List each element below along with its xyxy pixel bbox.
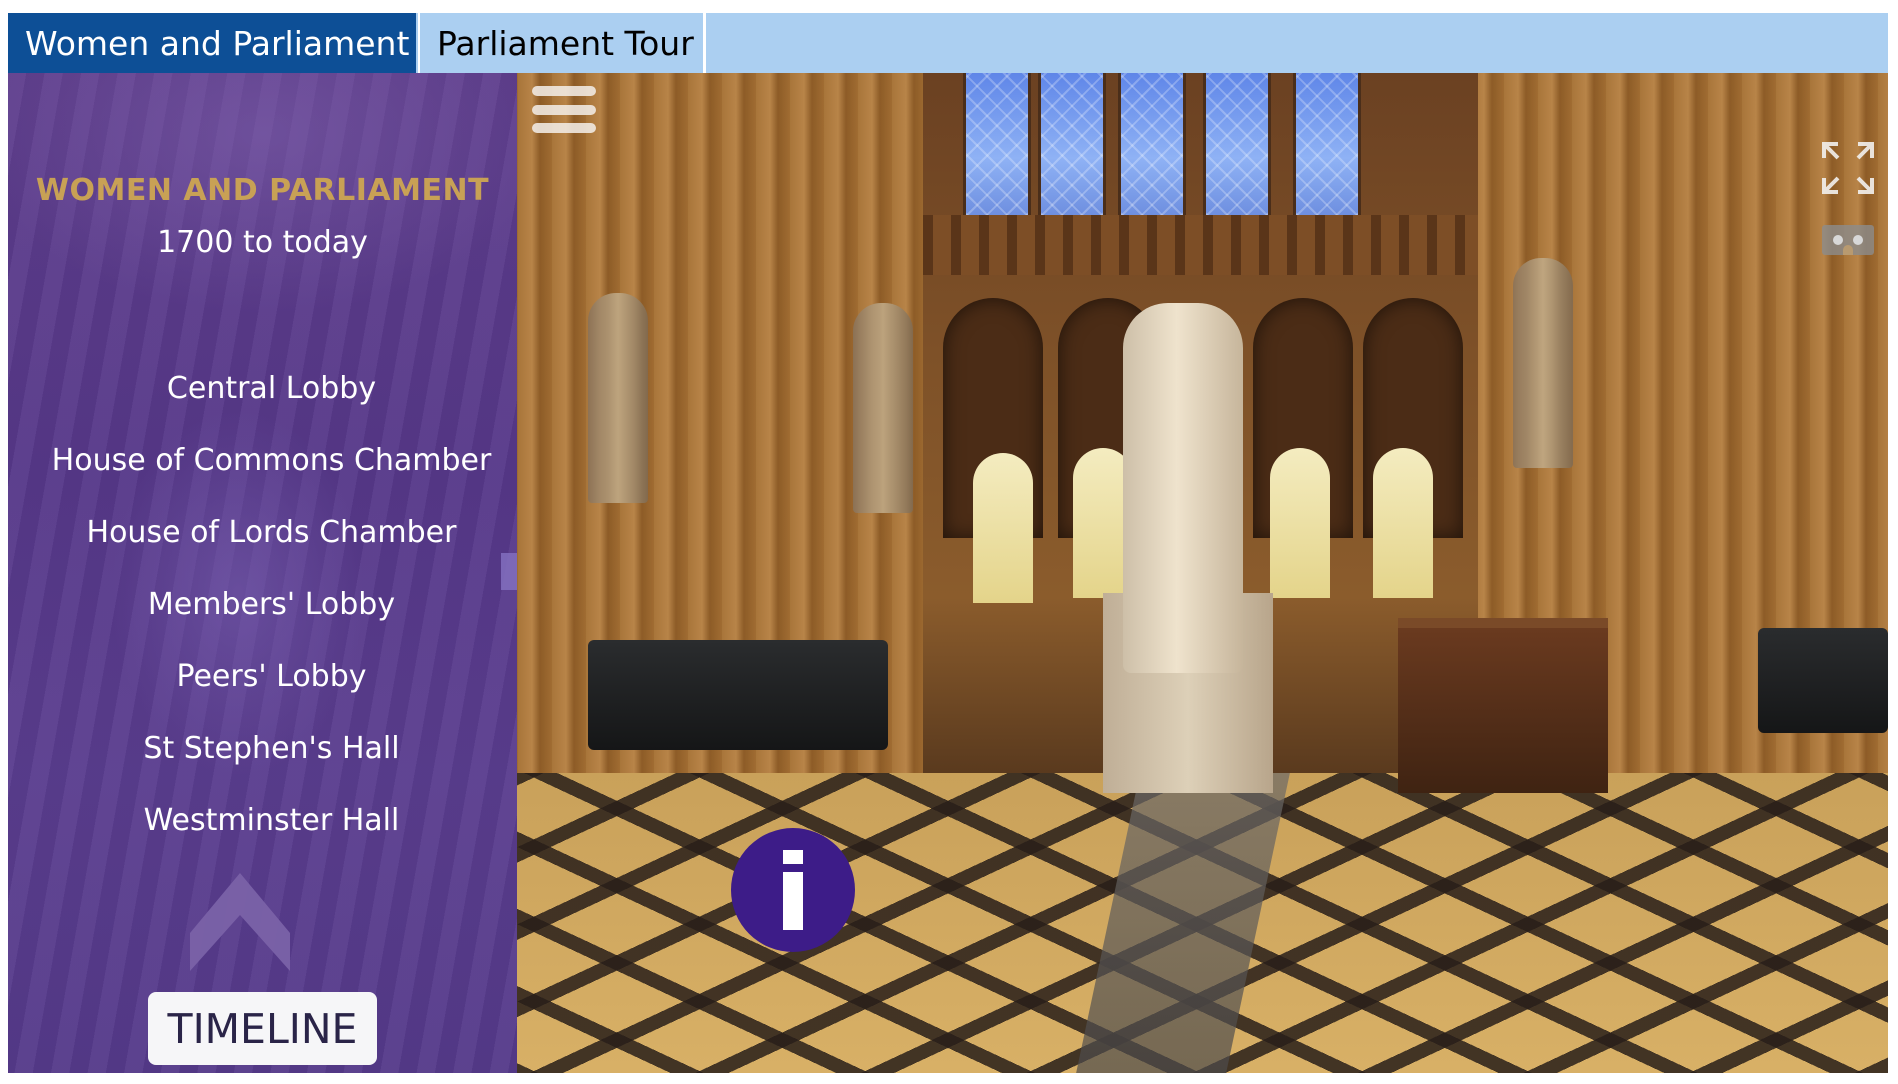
fullscreen-button[interactable] bbox=[1820, 140, 1876, 196]
hamburger-line bbox=[532, 105, 596, 115]
statue bbox=[1123, 303, 1243, 673]
panel-title: WOMEN AND PARLIAMENT bbox=[35, 173, 490, 208]
leather-bench bbox=[588, 640, 888, 750]
timeline-expand-button[interactable] bbox=[190, 873, 290, 973]
menu-item-peers-lobby[interactable]: Peers' Lobby bbox=[8, 659, 517, 694]
timeline-button[interactable]: TIMELINE bbox=[148, 992, 377, 1065]
stained-glass-window bbox=[1293, 73, 1361, 215]
leather-bench bbox=[1758, 628, 1888, 733]
wooden-desk bbox=[1398, 618, 1608, 793]
niche-statue bbox=[1513, 258, 1573, 468]
chevron-up-icon bbox=[190, 873, 290, 971]
hamburger-line bbox=[532, 123, 596, 133]
carved-frieze bbox=[923, 215, 1478, 275]
niche-statue bbox=[588, 293, 648, 503]
menu-item-central-lobby[interactable]: Central Lobby bbox=[8, 371, 517, 406]
post-office-window bbox=[973, 453, 1033, 603]
tab-parliament-tour[interactable]: Parliament Tour bbox=[418, 13, 706, 73]
stained-glass-window bbox=[963, 73, 1031, 215]
vr-mode-button[interactable] bbox=[1822, 225, 1874, 255]
tab-bar: Women and Parliament Parliament Tour bbox=[8, 13, 1888, 73]
panel-subtitle: 1700 to today bbox=[157, 225, 368, 260]
post-office-window bbox=[1373, 448, 1433, 598]
info-icon-stem bbox=[783, 872, 803, 930]
fullscreen-expand-icon bbox=[1822, 142, 1874, 194]
stained-glass-window bbox=[1118, 73, 1186, 215]
hamburger-menu-button[interactable] bbox=[532, 86, 596, 134]
info-icon bbox=[783, 850, 803, 864]
niche-statue bbox=[853, 303, 913, 513]
stained-glass-window bbox=[1203, 73, 1271, 215]
menu-item-house-of-commons-chamber[interactable]: House of Commons Chamber bbox=[8, 443, 517, 478]
menu-item-st-stephens-hall[interactable]: St Stephen's Hall bbox=[8, 731, 517, 766]
tab-women-and-parliament[interactable]: Women and Parliament bbox=[8, 13, 416, 73]
panel-collapse-handle[interactable] bbox=[501, 553, 517, 590]
menu-item-westminster-hall[interactable]: Westminster Hall bbox=[8, 803, 517, 838]
stained-glass-window bbox=[1038, 73, 1106, 215]
side-panel: WOMEN AND PARLIAMENT 1700 to today Centr… bbox=[8, 73, 517, 1073]
info-hotspot-button[interactable] bbox=[731, 828, 855, 952]
menu-item-house-of-lords-chamber[interactable]: House of Lords Chamber bbox=[8, 515, 517, 550]
menu-item-members-lobby[interactable]: Members' Lobby bbox=[8, 587, 517, 622]
post-office-window bbox=[1270, 448, 1330, 598]
vr-headset-icon bbox=[1843, 245, 1853, 255]
hamburger-menu-icon bbox=[532, 86, 596, 96]
